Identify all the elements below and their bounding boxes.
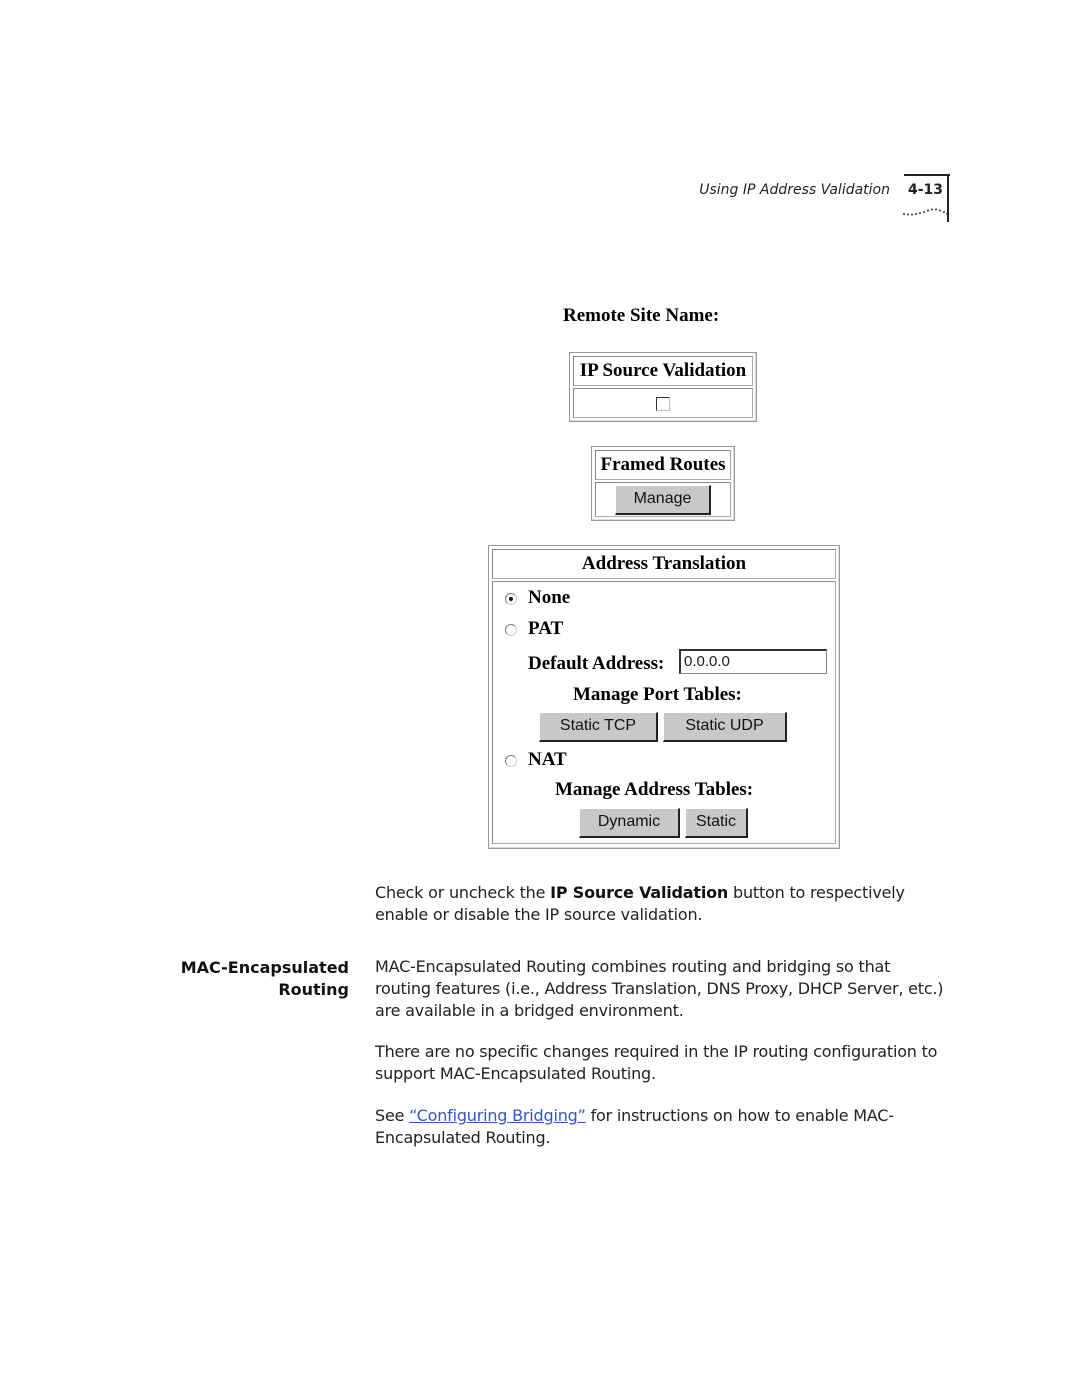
running-header-title: Using IP Address Validation — [699, 182, 890, 198]
side-heading-line2: Routing — [278, 980, 349, 999]
none-option-label: None — [528, 587, 571, 608]
address-translation-pat-radio[interactable] — [505, 624, 517, 636]
nat-option-label: NAT — [528, 749, 567, 770]
static-tcp-button[interactable]: Static TCP — [539, 712, 658, 742]
dotted-curve-decoration-icon — [903, 208, 948, 216]
framed-routes-cell: Manage — [595, 482, 731, 517]
default-address-input[interactable]: 0.0.0.0 — [679, 649, 827, 674]
configuring-bridging-link[interactable]: “Configuring Bridging” — [409, 1106, 586, 1125]
framed-routes-header: Framed Routes — [595, 450, 731, 480]
default-address-label: Default Address: — [528, 653, 665, 674]
manage-port-tables-label: Manage Port Tables: — [573, 684, 742, 705]
framed-routes-table: Framed Routes Manage — [591, 446, 735, 521]
static-button[interactable]: Static — [685, 808, 748, 838]
ip-source-validation-header: IP Source Validation — [573, 356, 753, 386]
paragraph-no-changes: There are no specific changes required i… — [375, 1042, 938, 1083]
paragraph-ip-source-validation: Check or uncheck the IP Source Validatio… — [375, 882, 945, 926]
para1-text-pre: Check or uncheck the — [375, 883, 551, 902]
dynamic-button[interactable]: Dynamic — [579, 808, 680, 838]
header-rule — [904, 174, 950, 176]
address-translation-none-radio[interactable] — [505, 593, 517, 605]
side-heading-mac-encapsulated-routing: MAC-Encapsulated Routing — [181, 957, 349, 1001]
address-translation-header: Address Translation — [492, 549, 836, 579]
para4-text-pre: See — [375, 1106, 410, 1125]
side-heading-line1: MAC-Encapsulated — [180, 958, 349, 977]
paragraph-see-configuring-bridging: See “Configuring Bridging” for instructi… — [375, 1105, 895, 1149]
ip-source-validation-cell — [573, 388, 753, 418]
static-udp-button[interactable]: Static UDP — [663, 712, 787, 742]
remote-site-name-label: Remote Site Name: — [563, 305, 720, 326]
address-translation-nat-radio[interactable] — [505, 755, 517, 767]
manage-address-tables-label: Manage Address Tables: — [555, 779, 754, 800]
manage-framed-routes-button[interactable]: Manage — [615, 485, 711, 515]
pat-option-label: PAT — [528, 618, 564, 639]
page-number: 4-13 — [908, 182, 944, 198]
para1-bold-term: IP Source Validation — [550, 883, 729, 902]
ip-source-validation-table: IP Source Validation — [569, 352, 757, 422]
ip-source-validation-checkbox[interactable] — [656, 397, 670, 411]
paragraph-mac-encapsulated-routing: MAC-Encapsulated Routing combines routin… — [375, 957, 944, 1020]
